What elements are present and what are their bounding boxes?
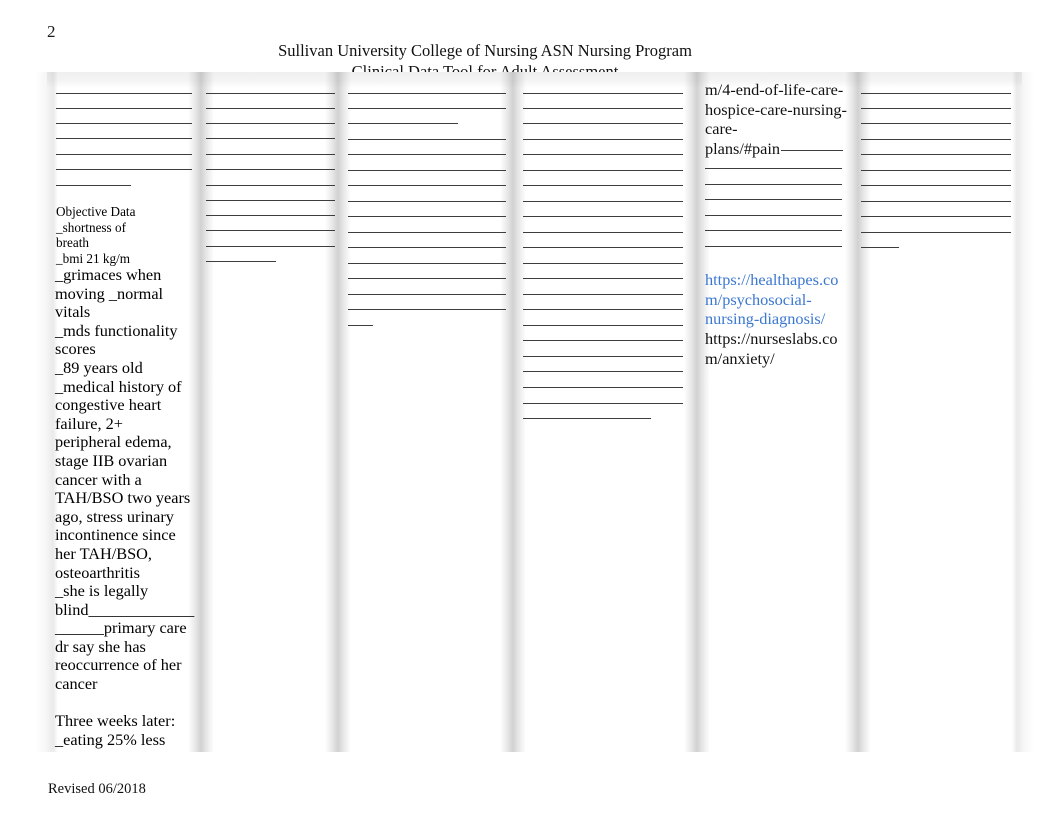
fill-line[interactable] <box>523 247 683 248</box>
fill-line[interactable] <box>523 170 683 171</box>
document-page: 2 Sullivan University College of Nursing… <box>0 0 1062 822</box>
header-title-line-1: Sullivan University College of Nursing A… <box>278 41 692 60</box>
fill-line[interactable] <box>705 215 842 216</box>
fill-line[interactable] <box>523 309 683 310</box>
fill-line[interactable] <box>861 185 1011 186</box>
fill-line[interactable] <box>56 169 192 170</box>
fill-line[interactable] <box>348 247 506 248</box>
fill-line[interactable] <box>348 263 506 264</box>
fill-line[interactable] <box>206 169 335 170</box>
column-3 <box>345 72 515 752</box>
fill-line[interactable] <box>523 154 683 155</box>
fill-line[interactable] <box>348 185 506 186</box>
fill-line[interactable] <box>206 93 335 94</box>
fill-line[interactable] <box>861 154 1011 155</box>
column-2 <box>200 72 340 752</box>
fill-line-short[interactable] <box>348 123 458 124</box>
fill-line[interactable] <box>523 294 683 295</box>
three-weeks-later-note: Three weeks later: _eating 25% less <box>55 711 176 749</box>
fill-line[interactable] <box>861 170 1011 171</box>
fill-line[interactable] <box>523 139 683 140</box>
fill-line[interactable] <box>861 93 1011 94</box>
fill-line[interactable] <box>861 201 1011 202</box>
fill-line[interactable] <box>705 168 842 169</box>
fill-line-short[interactable] <box>206 261 276 262</box>
fill-line[interactable] <box>523 403 683 404</box>
columns-region: Objective Data _shortness of breath _bmi… <box>0 72 1062 752</box>
fill-line[interactable] <box>523 371 683 372</box>
fill-line[interactable] <box>206 138 335 139</box>
fill-line[interactable] <box>348 278 506 279</box>
fill-line[interactable] <box>56 154 192 155</box>
fill-line[interactable] <box>523 340 683 341</box>
fill-line[interactable] <box>56 93 192 94</box>
fill-line[interactable] <box>861 123 1011 124</box>
fill-line[interactable] <box>348 309 506 310</box>
page-right-shadow <box>1012 72 1034 752</box>
fill-line[interactable] <box>348 139 506 140</box>
fill-line[interactable] <box>348 170 506 171</box>
fill-line[interactable] <box>206 215 335 216</box>
nurseslabs-anxiety-link[interactable]: https://nurseslabs.com/anxiety/ <box>705 329 845 368</box>
fill-line[interactable] <box>206 200 335 201</box>
objective-data-heading-block: Objective Data _shortness of breath _bmi… <box>56 204 136 266</box>
fill-line[interactable] <box>523 356 683 357</box>
column-4 <box>520 72 690 752</box>
fill-line[interactable] <box>861 108 1011 109</box>
fill-line[interactable] <box>861 139 1011 140</box>
fill-line[interactable] <box>705 199 842 200</box>
fill-line[interactable] <box>523 387 683 388</box>
fill-line[interactable] <box>56 108 192 109</box>
fill-line-short[interactable] <box>348 325 373 326</box>
hospice-care-plan-url-fragment: m/4-end-of-life-care- hospice-care-nursi… <box>705 80 847 158</box>
revision-footer: Revised 06/2018 <box>48 781 146 797</box>
fill-line[interactable] <box>861 216 1011 217</box>
fill-line-short[interactable] <box>523 418 651 419</box>
fill-line[interactable] <box>861 232 1011 233</box>
fill-line[interactable] <box>523 201 683 202</box>
fill-line[interactable] <box>348 93 506 94</box>
fill-line[interactable] <box>523 185 683 186</box>
fill-line[interactable] <box>523 278 683 279</box>
fill-line[interactable] <box>348 154 506 155</box>
fill-line[interactable] <box>206 246 335 247</box>
fill-line[interactable] <box>523 108 683 109</box>
fill-line[interactable] <box>206 185 335 186</box>
fill-line[interactable] <box>523 216 683 217</box>
fill-line[interactable] <box>56 138 192 139</box>
fill-line[interactable] <box>206 108 335 109</box>
column-1: Objective Data _shortness of breath _bmi… <box>47 72 197 752</box>
fill-line[interactable] <box>206 230 335 231</box>
fill-line[interactable] <box>206 154 335 155</box>
fill-line-short[interactable] <box>56 185 131 186</box>
fill-line[interactable] <box>705 184 842 185</box>
fill-line[interactable] <box>206 123 335 124</box>
fill-line[interactable] <box>56 123 192 124</box>
column-5: m/4-end-of-life-care- hospice-care-nursi… <box>700 72 850 752</box>
fill-line[interactable] <box>705 246 842 247</box>
fill-line[interactable] <box>705 230 842 231</box>
fill-line-short[interactable] <box>781 150 843 151</box>
fill-line[interactable] <box>523 325 683 326</box>
fill-line[interactable] <box>348 232 506 233</box>
fill-line[interactable] <box>348 108 506 109</box>
fill-line[interactable] <box>523 263 683 264</box>
fill-line[interactable] <box>523 123 683 124</box>
page-number: 2 <box>47 22 56 41</box>
fill-line-short[interactable] <box>861 247 899 248</box>
objective-data-narrative: _grimaces when moving _normal vitals _md… <box>55 265 195 694</box>
fill-line[interactable] <box>348 216 506 217</box>
healthapes-psychosocial-link[interactable]: https://healthapes.com/psychosocial-nurs… <box>705 270 845 329</box>
column-6 <box>858 72 1013 752</box>
fill-line[interactable] <box>348 294 506 295</box>
fill-line[interactable] <box>523 93 683 94</box>
fill-line[interactable] <box>523 232 683 233</box>
fill-line[interactable] <box>348 201 506 202</box>
